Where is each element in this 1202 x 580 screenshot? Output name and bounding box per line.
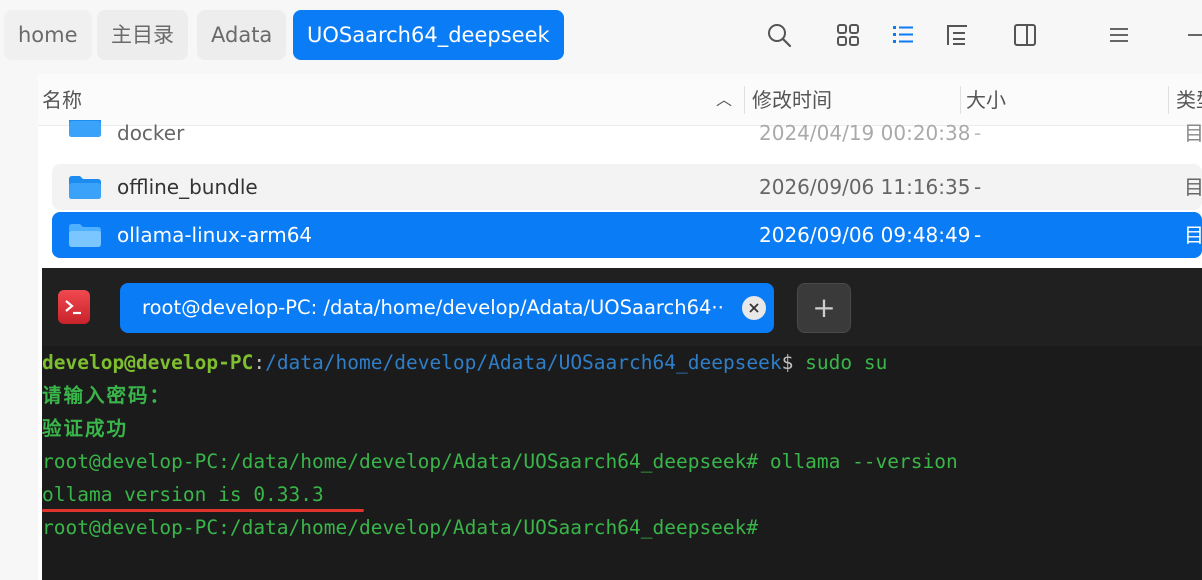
breadcrumb-home[interactable]: home xyxy=(4,10,92,60)
terminal-line-4: root@develop-PC:/data/home/develop/Adata… xyxy=(42,445,958,478)
terminal-line-1: develop@develop-PC:/data/home/develop/Ad… xyxy=(42,346,887,379)
file-type: 目 xyxy=(1184,223,1202,247)
column-separator[interactable] xyxy=(744,86,745,114)
terminal-line-5: ollama version is 0.33.3 xyxy=(42,483,324,506)
terminal-tab-title: root@develop-PC: /data/home/develop/Adat… xyxy=(142,296,724,319)
folder-icon xyxy=(68,120,102,142)
file-modified: 2026/09/06 11:16:35 xyxy=(759,175,971,199)
column-separator[interactable] xyxy=(960,86,961,114)
list-view-icon[interactable] xyxy=(888,20,918,50)
file-modified: 2026/09/06 09:48:49 xyxy=(759,223,971,247)
terminal-window: root@develop-PC: /data/home/develop/Adat… xyxy=(42,268,1202,580)
new-tab-button[interactable]: + xyxy=(797,283,851,333)
file-modified: 2024/04/19 00:20:38 xyxy=(759,121,971,145)
file-row[interactable]: offline_bundle 2026/09/06 11:16:35 - 目 xyxy=(52,164,1202,210)
file-row-selected[interactable]: ollama-linux-arm64 2026/09/06 09:48:49 -… xyxy=(52,212,1202,258)
terminal-line-2: 请输入密码： xyxy=(42,384,172,407)
column-separator[interactable] xyxy=(1168,86,1169,114)
terminal-line-6: root@develop-PC:/data/home/develop/Adata… xyxy=(42,516,759,539)
file-name: offline_bundle xyxy=(117,175,258,199)
breadcrumb-adata[interactable]: Adata xyxy=(197,10,287,60)
detail-panel-icon[interactable] xyxy=(1010,20,1040,50)
file-name: docker xyxy=(117,121,185,145)
toolbar: home 主目录 Adata UOSaarch64_deepseek xyxy=(0,0,1202,74)
column-modified[interactable]: 修改时间 xyxy=(752,74,832,126)
terminal-tab[interactable]: root@develop-PC: /data/home/develop/Adat… xyxy=(120,283,774,333)
file-size: - xyxy=(974,175,982,199)
plus-icon: + xyxy=(812,291,836,324)
breadcrumb-main-directory[interactable]: 主目录 xyxy=(97,10,188,60)
command-text: sudo su xyxy=(805,351,888,374)
column-name[interactable]: 名称 xyxy=(42,74,82,126)
column-size[interactable]: 大小 xyxy=(966,74,1006,126)
prompt-user: develop@develop-PC xyxy=(42,351,254,374)
file-size: - xyxy=(974,121,982,145)
prompt-symbol: $ xyxy=(781,351,806,374)
folder-icon xyxy=(68,222,102,252)
file-type: 目 xyxy=(1184,175,1202,199)
breadcrumb-current[interactable]: UOSaarch64_deepseek xyxy=(293,10,564,60)
file-name: ollama-linux-arm64 xyxy=(117,223,313,247)
menu-icon[interactable] xyxy=(1104,20,1134,50)
sort-ascending-icon[interactable]: ︿ xyxy=(716,74,732,126)
search-icon[interactable] xyxy=(764,20,794,50)
prompt-separator: : xyxy=(253,351,266,374)
close-tab-icon[interactable] xyxy=(742,296,766,320)
terminal-app-icon xyxy=(58,290,90,324)
terminal-tab-bar: root@develop-PC: /data/home/develop/Adat… xyxy=(42,268,1202,346)
icon-view-icon[interactable] xyxy=(833,20,863,50)
command-text: ollama --version xyxy=(769,450,958,473)
minimize-icon[interactable] xyxy=(1180,20,1202,50)
file-row[interactable]: docker 2024/04/19 00:20:38 - 目 xyxy=(52,120,1202,150)
folder-icon xyxy=(68,174,102,204)
file-type: 目 xyxy=(1184,121,1202,145)
root-prompt: root@develop-PC:/data/home/develop/Adata… xyxy=(42,450,770,473)
terminal-output[interactable]: develop@develop-PC:/data/home/develop/Ad… xyxy=(42,346,1202,580)
terminal-line-3: 验证成功 xyxy=(42,417,129,440)
prompt-path: /data/home/develop/Adata/UOSaarch64_deep… xyxy=(265,351,782,374)
column-header: 名称 ︿ 修改时间 大小 类型 xyxy=(38,74,1202,126)
tree-view-icon[interactable] xyxy=(942,20,972,50)
column-type[interactable]: 类型 xyxy=(1176,74,1202,126)
file-size: - xyxy=(974,223,982,247)
